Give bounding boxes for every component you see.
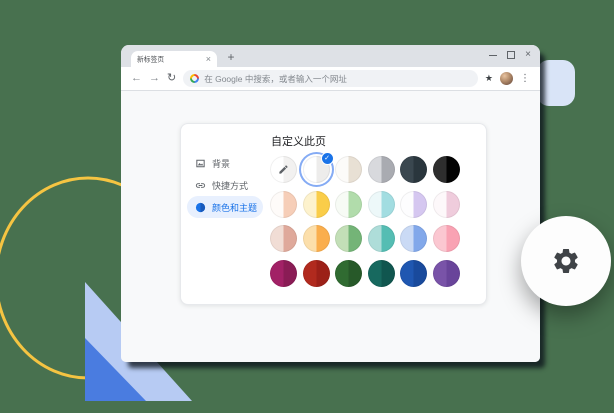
theme-swatch-yellow[interactable]	[303, 191, 330, 218]
address-bar[interactable]: 在 Google 中搜索，或者输入一个网址	[183, 70, 478, 87]
sidebar-item-label: 背景	[212, 157, 230, 170]
theme-swatch-custom-color-picker[interactable]	[270, 156, 297, 183]
theme-swatch-green[interactable]	[335, 225, 362, 252]
new-tab-content: 自定义此页 背景 快捷方式	[121, 91, 540, 362]
theme-swatch-light-green[interactable]	[335, 191, 362, 218]
customize-page-card: 自定义此页 背景 快捷方式	[180, 123, 487, 305]
reload-icon[interactable]: ↻	[167, 73, 176, 84]
sidebar-item-label: 颜色和主题	[212, 201, 257, 214]
theme-swatch-rose-white[interactable]	[433, 191, 460, 218]
theme-swatch-berry[interactable]	[270, 260, 297, 287]
back-icon[interactable]: ←	[131, 73, 142, 84]
theme-swatch-purple[interactable]	[433, 260, 460, 287]
blue-square-decoration	[537, 60, 575, 106]
image-icon	[195, 158, 206, 169]
tab-strip: 新标签页 × + ×	[121, 45, 540, 67]
theme-swatch-dark-teal[interactable]	[368, 260, 395, 287]
tab-title: 新标签页	[137, 54, 195, 63]
browser-window: 新标签页 × + × ← → ↻ 在 Google 中搜索，或者输入一个网址 ★…	[121, 45, 540, 362]
eyedropper-pen-icon	[278, 164, 289, 175]
palette-icon	[195, 202, 206, 213]
theme-swatch-teal[interactable]	[368, 225, 395, 252]
hero-illustration: 新标签页 × + × ← → ↻ 在 Google 中搜索，或者输入一个网址 ★…	[0, 0, 614, 413]
settings-fab[interactable]	[521, 216, 611, 306]
theme-swatch-royal-blue[interactable]	[400, 260, 427, 287]
theme-swatch-cornflower-blue[interactable]	[400, 225, 427, 252]
theme-swatch-cool-gray[interactable]	[368, 156, 395, 183]
maximize-icon[interactable]	[507, 51, 515, 59]
sidebar-item-color-theme[interactable]: 颜色和主题	[187, 196, 263, 218]
menu-dots-icon[interactable]: ⋮	[520, 74, 530, 84]
selected-check-icon: ✓	[321, 152, 334, 165]
theme-swatch-default[interactable]: ✓	[303, 156, 330, 183]
bookmark-star-icon[interactable]: ★	[485, 74, 493, 83]
minimize-icon[interactable]	[489, 55, 497, 56]
address-bar-placeholder: 在 Google 中搜索，或者输入一个网址	[204, 73, 347, 85]
theme-swatch-lavender[interactable]	[400, 191, 427, 218]
google-logo-icon	[190, 74, 199, 83]
theme-swatch-warm-rose[interactable]	[270, 225, 297, 252]
theme-swatch-dark-green[interactable]	[335, 260, 362, 287]
close-icon[interactable]: ×	[525, 50, 531, 60]
forward-icon[interactable]: →	[149, 73, 160, 84]
theme-swatch-orange[interactable]	[303, 225, 330, 252]
sidebar-item-label: 快捷方式	[212, 179, 248, 192]
link-icon	[195, 180, 206, 191]
sidebar-item-background[interactable]: 背景	[187, 152, 263, 174]
new-tab-button[interactable]: +	[223, 49, 239, 65]
customize-title: 自定义此页	[271, 133, 326, 149]
theme-swatch-grid: ✓	[270, 156, 460, 287]
theme-swatch-black[interactable]	[433, 156, 460, 183]
profile-avatar[interactable]	[500, 72, 513, 85]
theme-swatch-dark-slate[interactable]	[400, 156, 427, 183]
sidebar-item-shortcuts[interactable]: 快捷方式	[187, 174, 263, 196]
theme-swatch-beige[interactable]	[335, 156, 362, 183]
theme-swatch-peach[interactable]	[270, 191, 297, 218]
tab-close-icon[interactable]: ×	[206, 55, 211, 64]
theme-swatch-pink[interactable]	[433, 225, 460, 252]
browser-toolbar: ← → ↻ 在 Google 中搜索，或者输入一个网址 ★ ⋮	[121, 67, 540, 91]
tab-new-tab-page[interactable]: 新标签页 ×	[131, 51, 217, 67]
window-controls: ×	[489, 49, 531, 61]
theme-swatch-aqua[interactable]	[368, 191, 395, 218]
settings-gear-icon	[551, 246, 581, 276]
theme-swatch-red[interactable]	[303, 260, 330, 287]
